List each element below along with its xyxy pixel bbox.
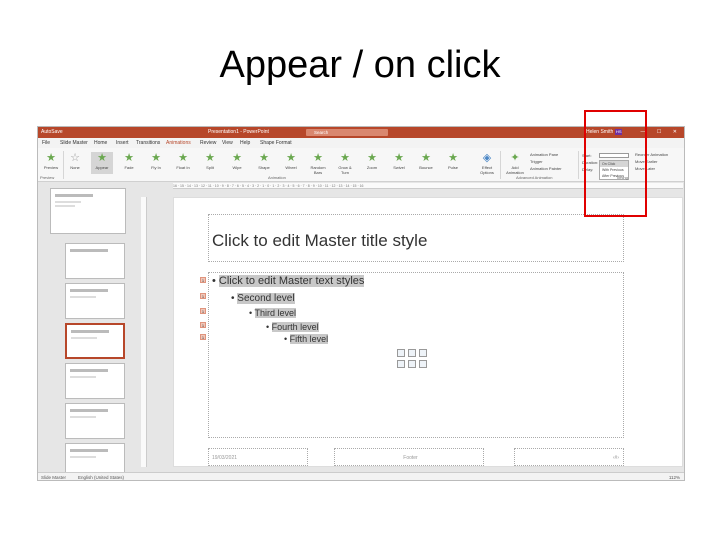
tab-insert[interactable]: Insert [116, 138, 129, 148]
group-label-animation: Animation [268, 175, 286, 180]
layout-thumbnail[interactable] [65, 443, 125, 473]
text-level-2[interactable]: • Second level [231, 293, 295, 304]
insert-content-icons [397, 349, 441, 375]
layout-thumbnail[interactable] [65, 403, 125, 439]
text-level-3[interactable]: • Third level [249, 308, 297, 318]
text-level-5[interactable]: • Fifth level [284, 334, 329, 344]
star-icon: ★ [367, 152, 377, 164]
tab-file[interactable]: File [42, 138, 50, 148]
slide-master-thumbnail[interactable] [50, 188, 126, 234]
animation-pulse[interactable]: ★ Pulse [442, 152, 464, 174]
animation-appear[interactable]: ★ Appear [91, 152, 113, 174]
add-star-icon: ✦ [510, 152, 520, 164]
layout-thumbnail-selected[interactable] [65, 323, 125, 359]
date-placeholder[interactable]: 19/03/2021 [208, 448, 308, 466]
vertical-scrollbar[interactable] [684, 197, 685, 467]
status-language[interactable]: English (United States) [78, 473, 124, 480]
insert-chart-icon[interactable] [408, 349, 416, 357]
animation-shape[interactable]: ★ Shape [253, 152, 275, 174]
animation-bounce[interactable]: ★ Bounce [415, 152, 437, 174]
slide-title: Appear / on click [219, 44, 501, 86]
slide-canvas[interactable]: Click to edit Master title style • Click… [173, 197, 683, 467]
animation-painter-button[interactable]: Animation Painter [530, 166, 562, 171]
tab-slide-master[interactable]: Slide Master [60, 138, 88, 148]
tab-review[interactable]: Review [200, 138, 216, 148]
footer-placeholder[interactable]: Footer [334, 448, 484, 466]
document-name: Presentation1 - PowerPoint [208, 129, 269, 135]
master-title-text[interactable]: Click to edit Master title style [212, 231, 427, 251]
animation-none[interactable]: ☆ None [64, 152, 86, 174]
preview-button[interactable]: ★ Preview [40, 152, 62, 174]
animation-fade[interactable]: ★ Fade [118, 152, 140, 174]
highlight-box [584, 110, 647, 217]
insert-smartart-icon[interactable] [419, 349, 427, 357]
star-icon: ★ [205, 152, 215, 164]
animation-split[interactable]: ★ Split [199, 152, 221, 174]
animation-order-tag[interactable]: 1 [200, 308, 206, 314]
tab-view[interactable]: View [222, 138, 233, 148]
layout-thumbnail[interactable] [65, 363, 125, 399]
star-outline-icon: ☆ [70, 152, 80, 164]
tab-help[interactable]: Help [240, 138, 250, 148]
star-icon: ★ [151, 152, 161, 164]
animation-swivel[interactable]: ★ Swivel [388, 152, 410, 174]
animation-zoom[interactable]: ★ Zoom [361, 152, 383, 174]
animation-grow-turn[interactable]: ★ Grow & Turn [334, 152, 356, 175]
title-placeholder[interactable]: Click to edit Master title style [208, 214, 624, 262]
star-icon: ★ [394, 152, 404, 164]
insert-picture-icon[interactable] [397, 360, 405, 368]
animation-order-tag[interactable]: 1 [200, 293, 206, 299]
trigger-button[interactable]: Trigger [530, 159, 543, 164]
animation-order-tag[interactable]: 1 [200, 334, 206, 340]
group-label-preview: Preview [40, 175, 55, 180]
animation-pane-button[interactable]: Animation Pane [530, 152, 558, 157]
layout-thumbnail[interactable] [65, 243, 125, 279]
layout-thumbnail[interactable] [65, 283, 125, 319]
search-placeholder: Search [314, 130, 329, 135]
autosave-toggle[interactable]: AutoSave [41, 127, 63, 138]
star-icon: ★ [421, 152, 431, 164]
star-icon: ★ [313, 152, 323, 164]
star-icon: ★ [448, 152, 458, 164]
effect-options-button[interactable]: ◈ Effect Options [476, 152, 498, 175]
star-icon: ★ [259, 152, 269, 164]
animation-wipe[interactable]: ★ Wipe [226, 152, 248, 174]
tab-transitions[interactable]: Transitions [136, 138, 160, 148]
text-level-4[interactable]: • Fourth level [266, 322, 319, 332]
status-bar: Slide Master English (United States) 112… [38, 472, 684, 480]
animation-random-bars[interactable]: ★ Random Bars [307, 152, 329, 175]
vertical-ruler [141, 197, 147, 467]
star-icon: ★ [286, 152, 296, 164]
animation-order-tag[interactable]: 1 [200, 277, 206, 283]
star-icon: ★ [97, 152, 107, 164]
zoom-level[interactable]: 112% [669, 473, 680, 480]
tab-home[interactable]: Home [94, 138, 107, 148]
animation-float-in[interactable]: ★ Float In [172, 152, 194, 174]
add-animation-button[interactable]: ✦ Add Animation [504, 152, 526, 175]
tab-shape-format[interactable]: Shape Format [260, 138, 292, 148]
content-placeholder[interactable]: • Click to edit Master text styles • Sec… [200, 272, 624, 438]
insert-online-picture-icon[interactable] [408, 360, 416, 368]
group-label-advanced-animation: Advanced Animation [516, 175, 553, 180]
star-icon: ★ [178, 152, 188, 164]
slide-thumbnails-pane[interactable] [38, 183, 132, 473]
insert-table-icon[interactable] [397, 349, 405, 357]
insert-video-icon[interactable] [419, 360, 427, 368]
ribbon-separator [578, 151, 579, 179]
status-view: Slide Master [41, 475, 67, 480]
star-icon: ★ [340, 152, 350, 164]
animation-order-tag[interactable]: 1 [200, 322, 206, 328]
slide-number-placeholder[interactable]: ‹#› [514, 448, 624, 466]
animation-wheel[interactable]: ★ Wheel [280, 152, 302, 174]
ribbon-separator [500, 151, 501, 179]
effect-options-icon: ◈ [482, 152, 492, 164]
star-icon: ★ [46, 152, 56, 164]
star-icon: ★ [232, 152, 242, 164]
animation-fly-in[interactable]: ★ Fly In [145, 152, 167, 174]
text-level-1[interactable]: • Click to edit Master text styles [212, 275, 365, 287]
search-box[interactable]: Search [306, 129, 388, 136]
star-icon: ★ [124, 152, 134, 164]
